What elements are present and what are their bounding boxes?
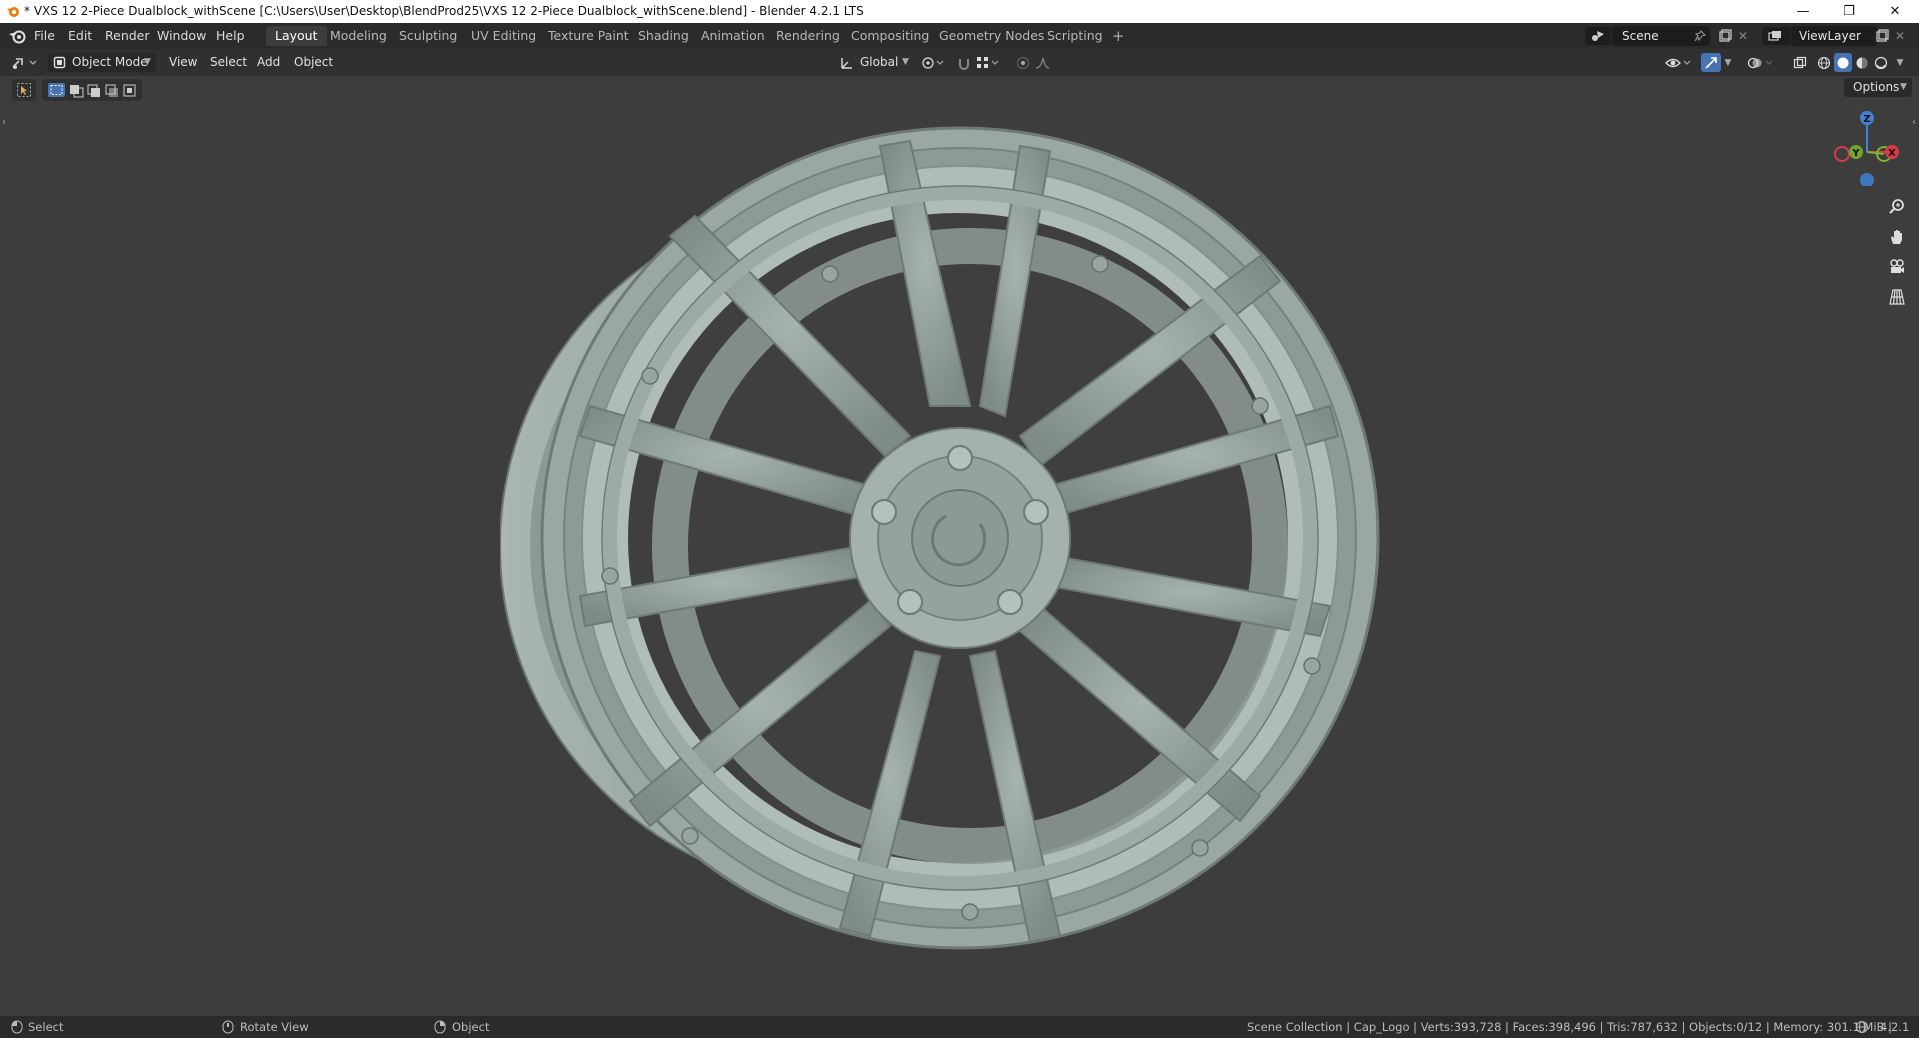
close-button[interactable]: ✕ <box>1872 0 1918 23</box>
new-view-layer-icon[interactable] <box>1873 28 1891 44</box>
tab-compositing[interactable]: Compositing <box>842 26 938 46</box>
add-workspace-button[interactable]: + <box>1103 26 1134 46</box>
status-bar: Select Rotate View Object Scene Collecti… <box>0 1016 1919 1038</box>
selection-mode-icons[interactable] <box>42 79 142 101</box>
status-select-label: Select <box>28 1020 64 1034</box>
xray-icon[interactable] <box>1791 54 1809 72</box>
network-globe-icon <box>1856 1021 1868 1033</box>
camera-view-icon[interactable] <box>1884 254 1910 280</box>
tab-scripting[interactable]: Scripting <box>1038 26 1112 46</box>
solid-shading-icon[interactable] <box>1834 53 1852 72</box>
gizmo-dropdown-icon[interactable]: ▼ <box>1721 54 1735 72</box>
wireframe-shading-icon[interactable] <box>1815 54 1833 72</box>
material-preview-icon[interactable] <box>1853 54 1871 72</box>
chevron-down-icon: ▼ <box>1900 82 1907 92</box>
select-tool-icon[interactable] <box>12 79 36 101</box>
tab-layout[interactable]: Layout <box>266 26 327 46</box>
gizmo-toggle-icon[interactable] <box>1701 53 1721 72</box>
menu-view[interactable]: View <box>169 53 197 72</box>
tab-uv-editing[interactable]: UV Editing <box>462 26 545 46</box>
viewport-header: Object Mode ▼ View Select Add Object Glo… <box>0 49 1919 76</box>
maximize-button[interactable]: ❐ <box>1826 0 1872 23</box>
overlays-icon[interactable] <box>1746 54 1776 72</box>
tab-shading[interactable]: Shading <box>629 26 698 46</box>
viewport-3d[interactable]: › ‹ Options ▼ Z Y X <box>0 76 1919 1016</box>
menu-edit[interactable]: Edit <box>68 28 92 43</box>
snap-target-icon[interactable] <box>975 54 1003 72</box>
view-layer-field[interactable]: ViewLayer <box>1791 26 1877 46</box>
pin-icon[interactable] <box>1693 29 1707 43</box>
status-object-label: Object <box>452 1020 490 1034</box>
tab-animation[interactable]: Animation <box>692 26 774 46</box>
delete-view-layer-icon[interactable]: ✕ <box>1893 28 1907 44</box>
options-label: Options <box>1853 80 1900 94</box>
mouse-left-icon <box>11 1020 23 1034</box>
window-title: * VXS 12 2-Piece Dualblock_withScene [C:… <box>24 4 864 18</box>
menu-render[interactable]: Render <box>105 28 150 43</box>
pivot-point-icon[interactable] <box>920 54 948 72</box>
object-mode-icon <box>53 56 66 69</box>
gizmo-x-label: X <box>1888 148 1896 159</box>
zoom-icon[interactable] <box>1884 194 1910 220</box>
editor-type-icon[interactable] <box>10 54 40 72</box>
gizmo-z-label: Z <box>1863 114 1870 125</box>
tab-texture-paint[interactable]: Texture Paint <box>539 26 638 46</box>
delete-scene-icon[interactable]: ✕ <box>1736 28 1750 44</box>
sidebar-expand-icon[interactable]: ‹ <box>1910 115 1918 129</box>
blender-app-icon <box>7 7 19 17</box>
tab-sculpting[interactable]: Sculpting <box>390 26 466 46</box>
blender-logo-icon[interactable] <box>8 28 26 44</box>
navigation-gizmo[interactable]: Z Y X <box>1826 106 1906 186</box>
gizmo-y-label: Y <box>1851 148 1860 159</box>
axis-icon <box>841 58 852 69</box>
rendered-shading-icon[interactable] <box>1872 54 1890 72</box>
menu-select[interactable]: Select <box>210 53 247 72</box>
proportional-edit-icon[interactable] <box>1014 54 1032 72</box>
falloff-icon[interactable] <box>1034 54 1062 72</box>
new-scene-icon[interactable] <box>1716 28 1734 44</box>
scene-browse-icon[interactable] <box>1585 27 1611 45</box>
pan-hand-icon[interactable] <box>1884 224 1910 250</box>
tab-modeling[interactable]: Modeling <box>321 26 396 46</box>
menu-window[interactable]: Window <box>157 28 206 43</box>
mode-dropdown[interactable]: Object Mode ▼ <box>48 53 156 72</box>
window-titlebar: * VXS 12 2-Piece Dualblock_withScene [C:… <box>0 0 1919 23</box>
tab-rendering[interactable]: Rendering <box>767 26 849 46</box>
status-rotate-label: Rotate View <box>240 1020 309 1034</box>
orientation-dropdown[interactable]: Global ▼ <box>838 53 914 72</box>
menu-file[interactable]: File <box>34 28 55 43</box>
chevron-down-icon: ▼ <box>144 57 151 67</box>
tab-geometry-nodes[interactable]: Geometry Nodes <box>930 26 1053 46</box>
mode-label: Object Mode <box>72 55 148 69</box>
menu-object[interactable]: Object <box>294 53 333 72</box>
menu-add[interactable]: Add <box>257 53 280 72</box>
scene-stats: Scene Collection | Cap_Logo | Verts:393,… <box>1247 1020 1892 1034</box>
mouse-right-icon <box>434 1020 446 1034</box>
wheel-model[interactable] <box>500 106 1380 986</box>
version-label: 4.2.1 <box>1880 1020 1910 1034</box>
mouse-middle-icon <box>222 1020 234 1034</box>
shading-options-icon[interactable]: ▼ <box>1893 54 1907 72</box>
chevron-down-icon: ▼ <box>902 57 909 67</box>
top-bar: File Edit Render Window Help Layout Mode… <box>0 23 1919 49</box>
snap-toggle-icon[interactable] <box>955 54 973 72</box>
options-dropdown[interactable]: Options ▼ <box>1844 78 1912 97</box>
perspective-toggle-icon[interactable] <box>1884 284 1910 310</box>
minimize-button[interactable]: — <box>1780 0 1826 23</box>
orientation-label: Global <box>860 55 899 69</box>
visibility-icon[interactable] <box>1664 54 1694 72</box>
menu-help[interactable]: Help <box>216 28 245 43</box>
view-layer-browse-icon[interactable] <box>1762 27 1790 45</box>
toolbar-expand-icon[interactable]: › <box>0 115 8 129</box>
